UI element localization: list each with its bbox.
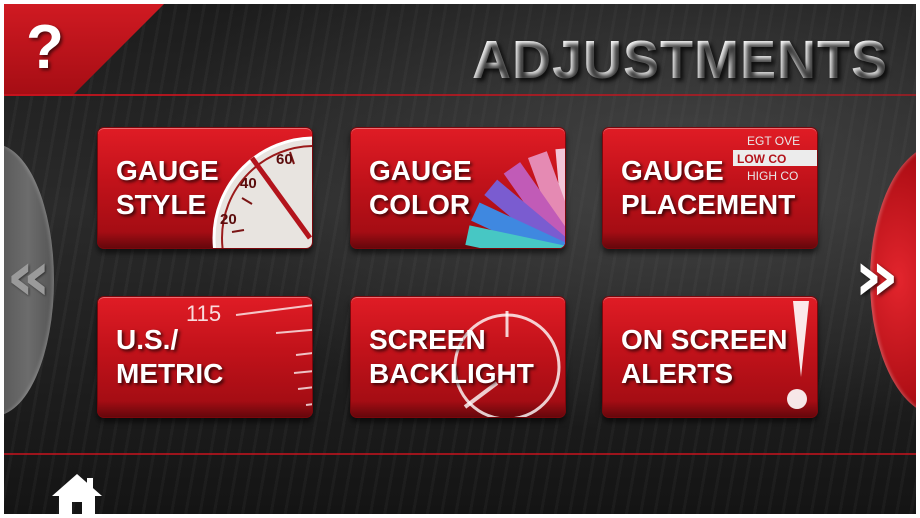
- gauge-placement-button[interactable]: EGT OVE LOW CO HIGH CO GAUGE PLACEMENT: [602, 127, 818, 249]
- app-screen: ? ADJUSTMENTS « » 20 40 60 GAUGE STYLE G…: [4, 4, 916, 514]
- gauge-tick-20: 20: [220, 211, 237, 228]
- tile-label: GAUGE STYLE: [116, 155, 219, 220]
- preview-line-1: EGT OVE: [747, 134, 800, 148]
- screen-backlight-button[interactable]: SCREEN BACKLIGHT: [350, 296, 566, 418]
- gauge-color-button[interactable]: GAUGE COLOR: [350, 127, 566, 249]
- page-title: ADJUSTMENTS: [471, 30, 888, 90]
- home-icon[interactable]: [50, 472, 104, 514]
- help-button[interactable]: ?: [4, 4, 164, 96]
- on-screen-alerts-button[interactable]: ON SCREEN ALERTS: [602, 296, 818, 418]
- header-divider: [4, 94, 916, 96]
- tile-label: ON SCREEN ALERTS: [621, 324, 788, 389]
- tile-label: GAUGE PLACEMENT: [621, 155, 796, 220]
- us-metric-button[interactable]: 115 4 U.S./ METRIC: [97, 296, 313, 418]
- double-chevron-right-icon: »: [854, 235, 900, 317]
- tile-label: SCREEN BACKLIGHT: [369, 324, 534, 389]
- gauge-tick-60: 60: [276, 151, 293, 168]
- gauge-style-button[interactable]: 20 40 60 GAUGE STYLE: [97, 127, 313, 249]
- question-mark-icon[interactable]: ?: [26, 12, 64, 84]
- double-chevron-left-icon: «: [6, 235, 52, 317]
- tile-label: U.S./ METRIC: [116, 324, 224, 389]
- next-page-button[interactable]: »: [854, 144, 916, 416]
- gauge-tick-40: 40: [240, 175, 257, 192]
- previous-page-button[interactable]: «: [4, 144, 54, 416]
- tile-label: GAUGE COLOR: [369, 155, 472, 220]
- footer-divider: [4, 453, 916, 455]
